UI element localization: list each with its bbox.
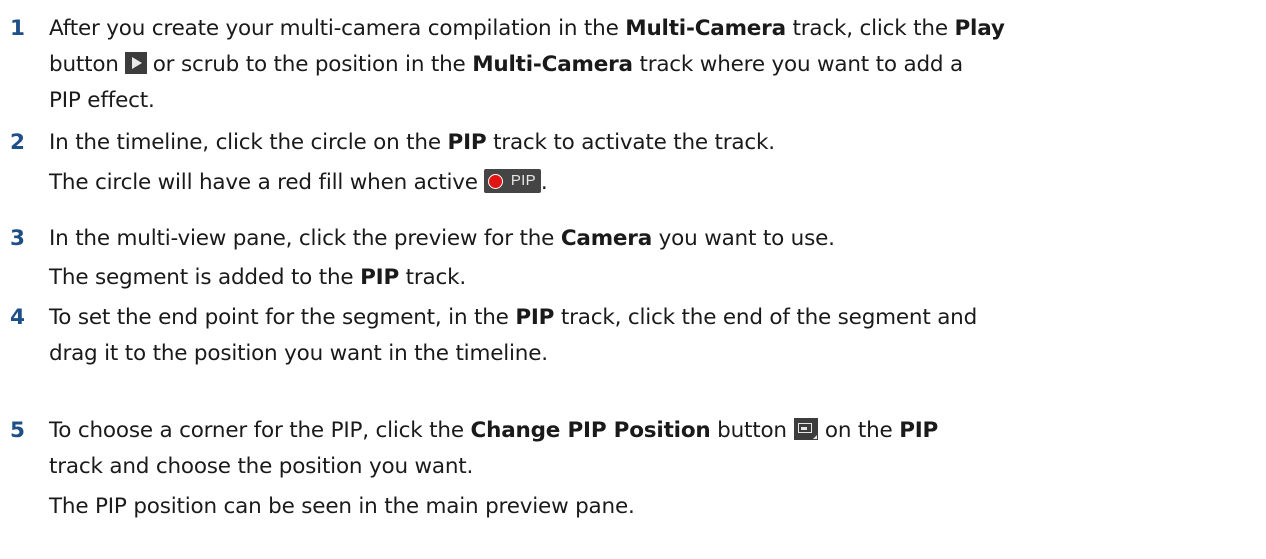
step-4-line-2: drag it to the position you want in the … <box>49 341 548 366</box>
step-2-line-2: The circle will have a red fill when act… <box>49 169 548 195</box>
step-5-line-1: To choose a corner for the PIP, click th… <box>49 418 939 443</box>
play-icon <box>124 52 147 74</box>
step-number: 1 <box>10 16 25 41</box>
step-1-line-1: After you create your multi-camera compi… <box>49 16 1005 41</box>
step-1-line-3: PIP effect. <box>49 88 155 113</box>
step-3-line-1: In the multi-view pane, click the previe… <box>49 226 835 251</box>
step-3-line-2: The segment is added to the PIP track. <box>49 265 466 290</box>
step-5-line-2: track and choose the position you want. <box>49 454 474 479</box>
step-4-line-1: To set the end point for the segment, in… <box>49 305 978 330</box>
picture-in-picture-icon <box>793 418 818 440</box>
step-number: 3 <box>10 226 25 251</box>
step-number: 2 <box>10 130 25 155</box>
step-1-line-2: button or scrub to the position in the Mu… <box>49 52 963 77</box>
pip-track-badge: PIP <box>483 169 541 193</box>
step-number: 4 <box>10 305 25 330</box>
step-2-line-1: In the timeline, click the circle on the… <box>49 130 775 155</box>
record-circle-icon <box>487 173 503 189</box>
instruction-steps: 1 After you create your multi-camera com… <box>0 0 1266 559</box>
step-number: 5 <box>10 418 25 443</box>
step-5-line-3: The PIP position can be seen in the main… <box>49 494 635 519</box>
